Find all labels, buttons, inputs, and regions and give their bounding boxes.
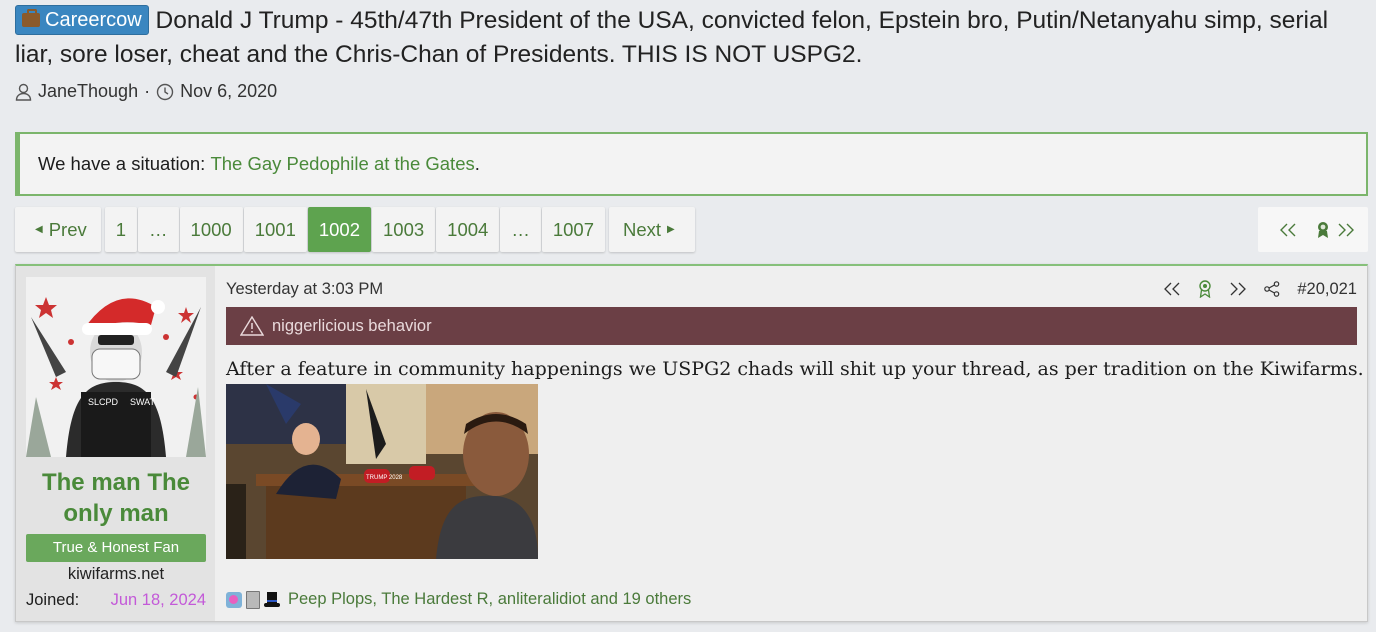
page-link[interactable]: 1 bbox=[104, 207, 138, 252]
thread-title: Donald J Trump - 45th/47th President of … bbox=[15, 7, 1329, 68]
reaction-tophat-icon bbox=[264, 591, 280, 608]
warning-text: niggerlicious behavior bbox=[272, 316, 432, 335]
page-link[interactable]: 1000 bbox=[179, 207, 243, 252]
clock-icon bbox=[156, 83, 174, 100]
reactions-users-link[interactable]: Peep Plops, The Hardest R, anliteralidio… bbox=[288, 590, 691, 609]
avatar-badge-swat: SWAT bbox=[130, 397, 155, 407]
page-numbers: 1 … 1000 1001 1002 1003 1004 … 1007 bbox=[104, 207, 605, 252]
thread-prefix-label: Careercow bbox=[45, 9, 142, 31]
prev-page-button[interactable]: ◀ Prev bbox=[15, 207, 101, 252]
page-link-current[interactable]: 1002 bbox=[307, 207, 372, 252]
thread-notice: We have a situation: The Gay Pedophile a… bbox=[15, 132, 1368, 196]
user-banner: kiwifarms.net bbox=[67, 565, 165, 583]
page-link[interactable]: 1004 bbox=[436, 207, 500, 252]
thread-meta: JaneThough · Nov 6, 2020 bbox=[15, 81, 1365, 102]
page-link[interactable]: 1003 bbox=[372, 207, 436, 252]
avatar-badge-slcpd: SLCPD bbox=[88, 397, 119, 407]
thread-author-link[interactable]: JaneThough bbox=[38, 81, 138, 102]
page-link[interactable]: 1007 bbox=[541, 207, 605, 252]
prev-label: Prev bbox=[48, 218, 87, 240]
notice-tail: . bbox=[474, 153, 480, 174]
thread-jump-controls bbox=[1258, 207, 1368, 252]
next-label: Next bbox=[622, 218, 662, 240]
avatar[interactable]: SLCPD SWAT bbox=[26, 277, 206, 457]
next-page-button[interactable]: Next ▶ bbox=[608, 207, 695, 252]
reaction-puzzle-icon bbox=[226, 591, 242, 608]
last-page-icon[interactable] bbox=[1336, 222, 1356, 238]
post-content: Yesterday at 3:03 PM #20,021 niggerlicio… bbox=[226, 266, 1364, 621]
post-number[interactable]: #20,021 bbox=[1297, 280, 1357, 299]
post: SLCPD SWAT The man The only man True & H… bbox=[15, 264, 1368, 622]
first-page-icon[interactable] bbox=[1163, 282, 1181, 296]
ribbon-icon[interactable] bbox=[1316, 221, 1330, 239]
photo-cap-text: TRUMP 2028 bbox=[366, 475, 403, 481]
page-link[interactable]: 1001 bbox=[243, 207, 307, 252]
joined-label: Joined: bbox=[26, 591, 80, 609]
post-body: After a feature in community happenings … bbox=[226, 358, 1364, 380]
share-icon[interactable] bbox=[1264, 281, 1280, 297]
user-title-badge: True & Honest Fan bbox=[26, 534, 206, 562]
warning-icon bbox=[240, 316, 264, 336]
jump-right-group bbox=[1316, 221, 1356, 239]
ribbon-icon[interactable] bbox=[1198, 280, 1212, 298]
page-ellipsis[interactable]: … bbox=[138, 207, 179, 252]
page-ellipsis[interactable]: … bbox=[500, 207, 541, 252]
post-header: Yesterday at 3:03 PM #20,021 bbox=[226, 278, 1357, 300]
post-user-column: SLCPD SWAT The man The only man True & H… bbox=[16, 266, 215, 621]
thread-title-line: Careercow Donald J Trump - 45th/47th Pre… bbox=[15, 4, 1365, 72]
post-image[interactable]: TRUMP 2028 bbox=[226, 384, 538, 559]
meta-separator: · bbox=[144, 81, 151, 101]
reactions-bar[interactable]: Peep Plops, The Hardest R, anliteralidio… bbox=[226, 590, 691, 609]
post-warning-banner: niggerlicious behavior bbox=[226, 307, 1357, 345]
joined-value: Jun 18, 2024 bbox=[110, 591, 206, 609]
briefcase-icon bbox=[22, 9, 40, 27]
thread-prefix-badge[interactable]: Careercow bbox=[15, 5, 149, 35]
user-icon bbox=[15, 83, 32, 101]
thread-header: Careercow Donald J Trump - 45th/47th Pre… bbox=[15, 4, 1365, 102]
user-joined: Joined: Jun 18, 2024 bbox=[26, 591, 206, 610]
thread-start-date[interactable]: Nov 6, 2020 bbox=[180, 81, 277, 102]
next-arrow-icon: ▶ bbox=[667, 224, 675, 235]
post-timestamp[interactable]: Yesterday at 3:03 PM bbox=[226, 280, 383, 299]
first-page-icon[interactable] bbox=[1278, 222, 1298, 238]
post-tools: #20,021 bbox=[1163, 280, 1357, 299]
prev-arrow-icon: ◀ bbox=[35, 224, 43, 235]
reaction-trashcan-icon bbox=[246, 590, 260, 609]
last-page-icon[interactable] bbox=[1229, 282, 1247, 296]
notice-link[interactable]: The Gay Pedophile at the Gates bbox=[210, 153, 474, 175]
pagination: ◀ Prev 1 … 1000 1001 1002 1003 1004 … 100… bbox=[15, 207, 695, 252]
notice-lead-text: We have a situation: bbox=[38, 153, 206, 174]
username[interactable]: The man The only man bbox=[26, 467, 206, 529]
